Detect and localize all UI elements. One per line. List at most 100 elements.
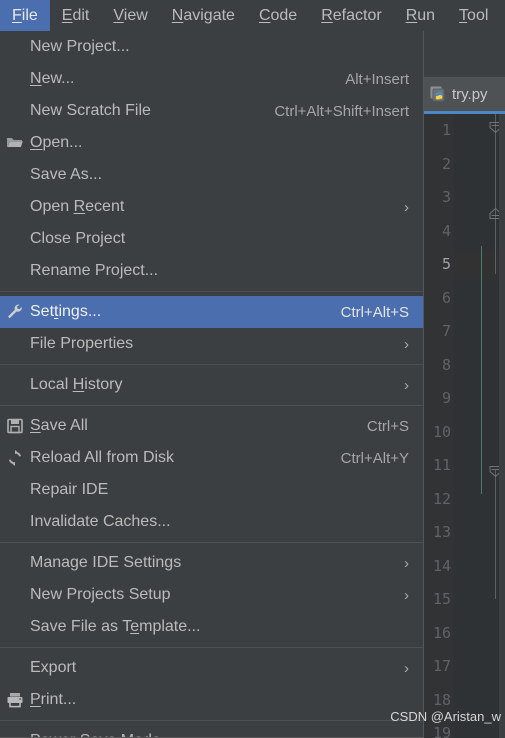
chevron-right-icon: › — [404, 659, 409, 677]
reload-icon — [0, 442, 30, 474]
chevron-right-icon: › — [404, 198, 409, 216]
menu-bar: File Edit View Navigate Code Refactor Run Tool — [0, 0, 505, 31]
menu-item-icon-slot — [0, 159, 30, 191]
menubar-item-file[interactable]: File — [0, 0, 50, 31]
menu-item-icon-slot — [0, 31, 30, 63]
menu-item-open-recent[interactable]: Open Recent › — [0, 191, 423, 223]
menu-item-file-properties[interactable]: File Properties › — [0, 328, 423, 360]
menu-item-new[interactable]: New... Alt+Insert — [0, 63, 423, 95]
menu-separator — [0, 364, 423, 365]
menu-item-save-all[interactable]: Save All Ctrl+S — [0, 410, 423, 442]
chevron-right-icon: › — [404, 554, 409, 572]
menu-separator — [0, 720, 423, 721]
menubar-item-label: Navigate — [171, 7, 235, 24]
menu-item-export[interactable]: Export › — [0, 652, 423, 684]
line-number: 9 — [441, 389, 451, 407]
menu-item-print[interactable]: Print... — [0, 684, 423, 716]
menu-item-label: Settings... — [30, 303, 102, 320]
menu-item-label: Repair IDE — [30, 481, 109, 498]
menu-item-shortcut: Ctrl+Alt+Shift+Insert — [274, 102, 409, 120]
line-number-gutter: 1234567891011121314151617181920 — [424, 114, 454, 738]
menu-item-label: Print... — [30, 691, 77, 708]
menu-item-label: Open Recent — [30, 198, 125, 215]
menu-item-label: Export — [30, 659, 77, 676]
menu-item-label: Save All — [30, 417, 88, 434]
menu-separator — [0, 542, 423, 543]
menu-item-close-project[interactable]: Close Project — [0, 223, 423, 255]
line-number: 3 — [441, 188, 451, 206]
wrench-icon — [0, 296, 30, 328]
menu-item-label: Manage IDE Settings — [30, 554, 182, 571]
menu-item-icon-slot — [0, 255, 30, 287]
menubar-item-label: Run — [405, 7, 436, 24]
menu-item-label: Local History — [30, 376, 123, 393]
menu-item-new-projects-setup[interactable]: New Projects Setup › — [0, 579, 423, 611]
line-number: 14 — [432, 556, 451, 575]
menu-item-settings[interactable]: Settings... Ctrl+Alt+S — [0, 296, 423, 328]
menu-item-icon-slot — [0, 652, 30, 684]
menubar-item-navigate[interactable]: Navigate — [160, 0, 247, 31]
menubar-item-code[interactable]: Code — [247, 0, 309, 31]
menu-item-icon-slot — [0, 547, 30, 579]
menu-item-shortcut: Ctrl+Alt+Y — [340, 449, 409, 467]
menu-item-open[interactable]: Open... — [0, 127, 423, 159]
menu-item-icon-slot — [0, 579, 30, 611]
editor-scrollbar[interactable] — [499, 114, 505, 738]
fold-line — [495, 469, 496, 599]
menu-item-label: Close Project — [30, 230, 126, 247]
line-number: 12 — [432, 489, 451, 508]
code-area[interactable]: 1234567891011121314151617181920 — [424, 114, 505, 738]
menu-item-repair-ide[interactable]: Repair IDE — [0, 474, 423, 506]
menubar-item-tool[interactable]: Tool — [447, 0, 500, 31]
menubar-item-label: Edit — [61, 7, 90, 24]
menu-item-rename-project[interactable]: Rename Project... — [0, 255, 423, 287]
menubar-item-refactor[interactable]: Refactor — [309, 0, 393, 31]
file-menu-dropdown: New Project... New... Alt+Insert New Scratc… — [0, 31, 424, 738]
menu-item-label: New Scratch File — [30, 102, 151, 119]
menu-item-manage-ide-settings[interactable]: Manage IDE Settings › — [0, 547, 423, 579]
folder-icon — [0, 127, 30, 159]
menu-item-icon-slot — [0, 191, 30, 223]
menu-item-label: Power Save Mode — [30, 732, 161, 737]
line-number: 2 — [441, 154, 451, 173]
menubar-item-label: Tool — [459, 7, 489, 24]
menu-item-invalidate-caches[interactable]: Invalidate Caches... — [0, 506, 423, 538]
line-number: 13 — [432, 523, 451, 541]
menu-item-icon-slot — [0, 506, 30, 538]
chevron-right-icon: › — [404, 586, 409, 604]
line-number: 5 — [441, 255, 451, 273]
menu-separator — [0, 291, 423, 292]
line-number: 10 — [432, 422, 451, 441]
menu-item-shortcut: Ctrl+S — [366, 417, 409, 435]
menu-item-shortcut: Alt+Insert — [345, 70, 409, 88]
menu-item-icon-slot — [0, 95, 30, 127]
menu-item-new-project[interactable]: New Project... — [0, 31, 423, 63]
menu-item-label: Save As... — [30, 166, 103, 183]
line-number: 7 — [441, 322, 451, 340]
editor-tab-label[interactable]: try.py — [452, 86, 488, 103]
menu-item-icon-slot — [0, 725, 30, 737]
menu-item-save-file-as-template[interactable]: Save File as Template... — [0, 611, 423, 643]
menu-item-power-save-mode[interactable]: Power Save Mode — [0, 725, 423, 737]
menu-item-local-history[interactable]: Local History › — [0, 369, 423, 401]
line-number: 1 — [441, 121, 451, 139]
watermark: CSDN @Aristan_w — [390, 709, 501, 724]
line-number: 17 — [432, 657, 451, 675]
menubar-item-label: File — [12, 7, 38, 24]
menu-item-label: New... — [30, 70, 75, 87]
line-number: 15 — [432, 590, 451, 608]
chevron-right-icon: › — [404, 335, 409, 353]
menubar-item-edit[interactable]: Edit — [50, 0, 102, 31]
menu-separator — [0, 405, 423, 406]
fold-line — [495, 114, 496, 274]
menu-item-label: Open... — [30, 134, 83, 151]
menu-item-icon-slot — [0, 63, 30, 95]
menu-item-label: New Projects Setup — [30, 586, 171, 603]
menu-item-reload-all-from-disk[interactable]: Reload All from Disk Ctrl+Alt+Y — [0, 442, 423, 474]
line-number: 16 — [432, 623, 451, 642]
line-number: 8 — [441, 355, 451, 374]
menubar-item-run[interactable]: Run — [394, 0, 447, 31]
menubar-item-view[interactable]: View — [101, 0, 159, 31]
menu-item-new-scratch-file[interactable]: New Scratch File Ctrl+Alt+Shift+Insert — [0, 95, 423, 127]
menu-item-save-as[interactable]: Save As... — [0, 159, 423, 191]
